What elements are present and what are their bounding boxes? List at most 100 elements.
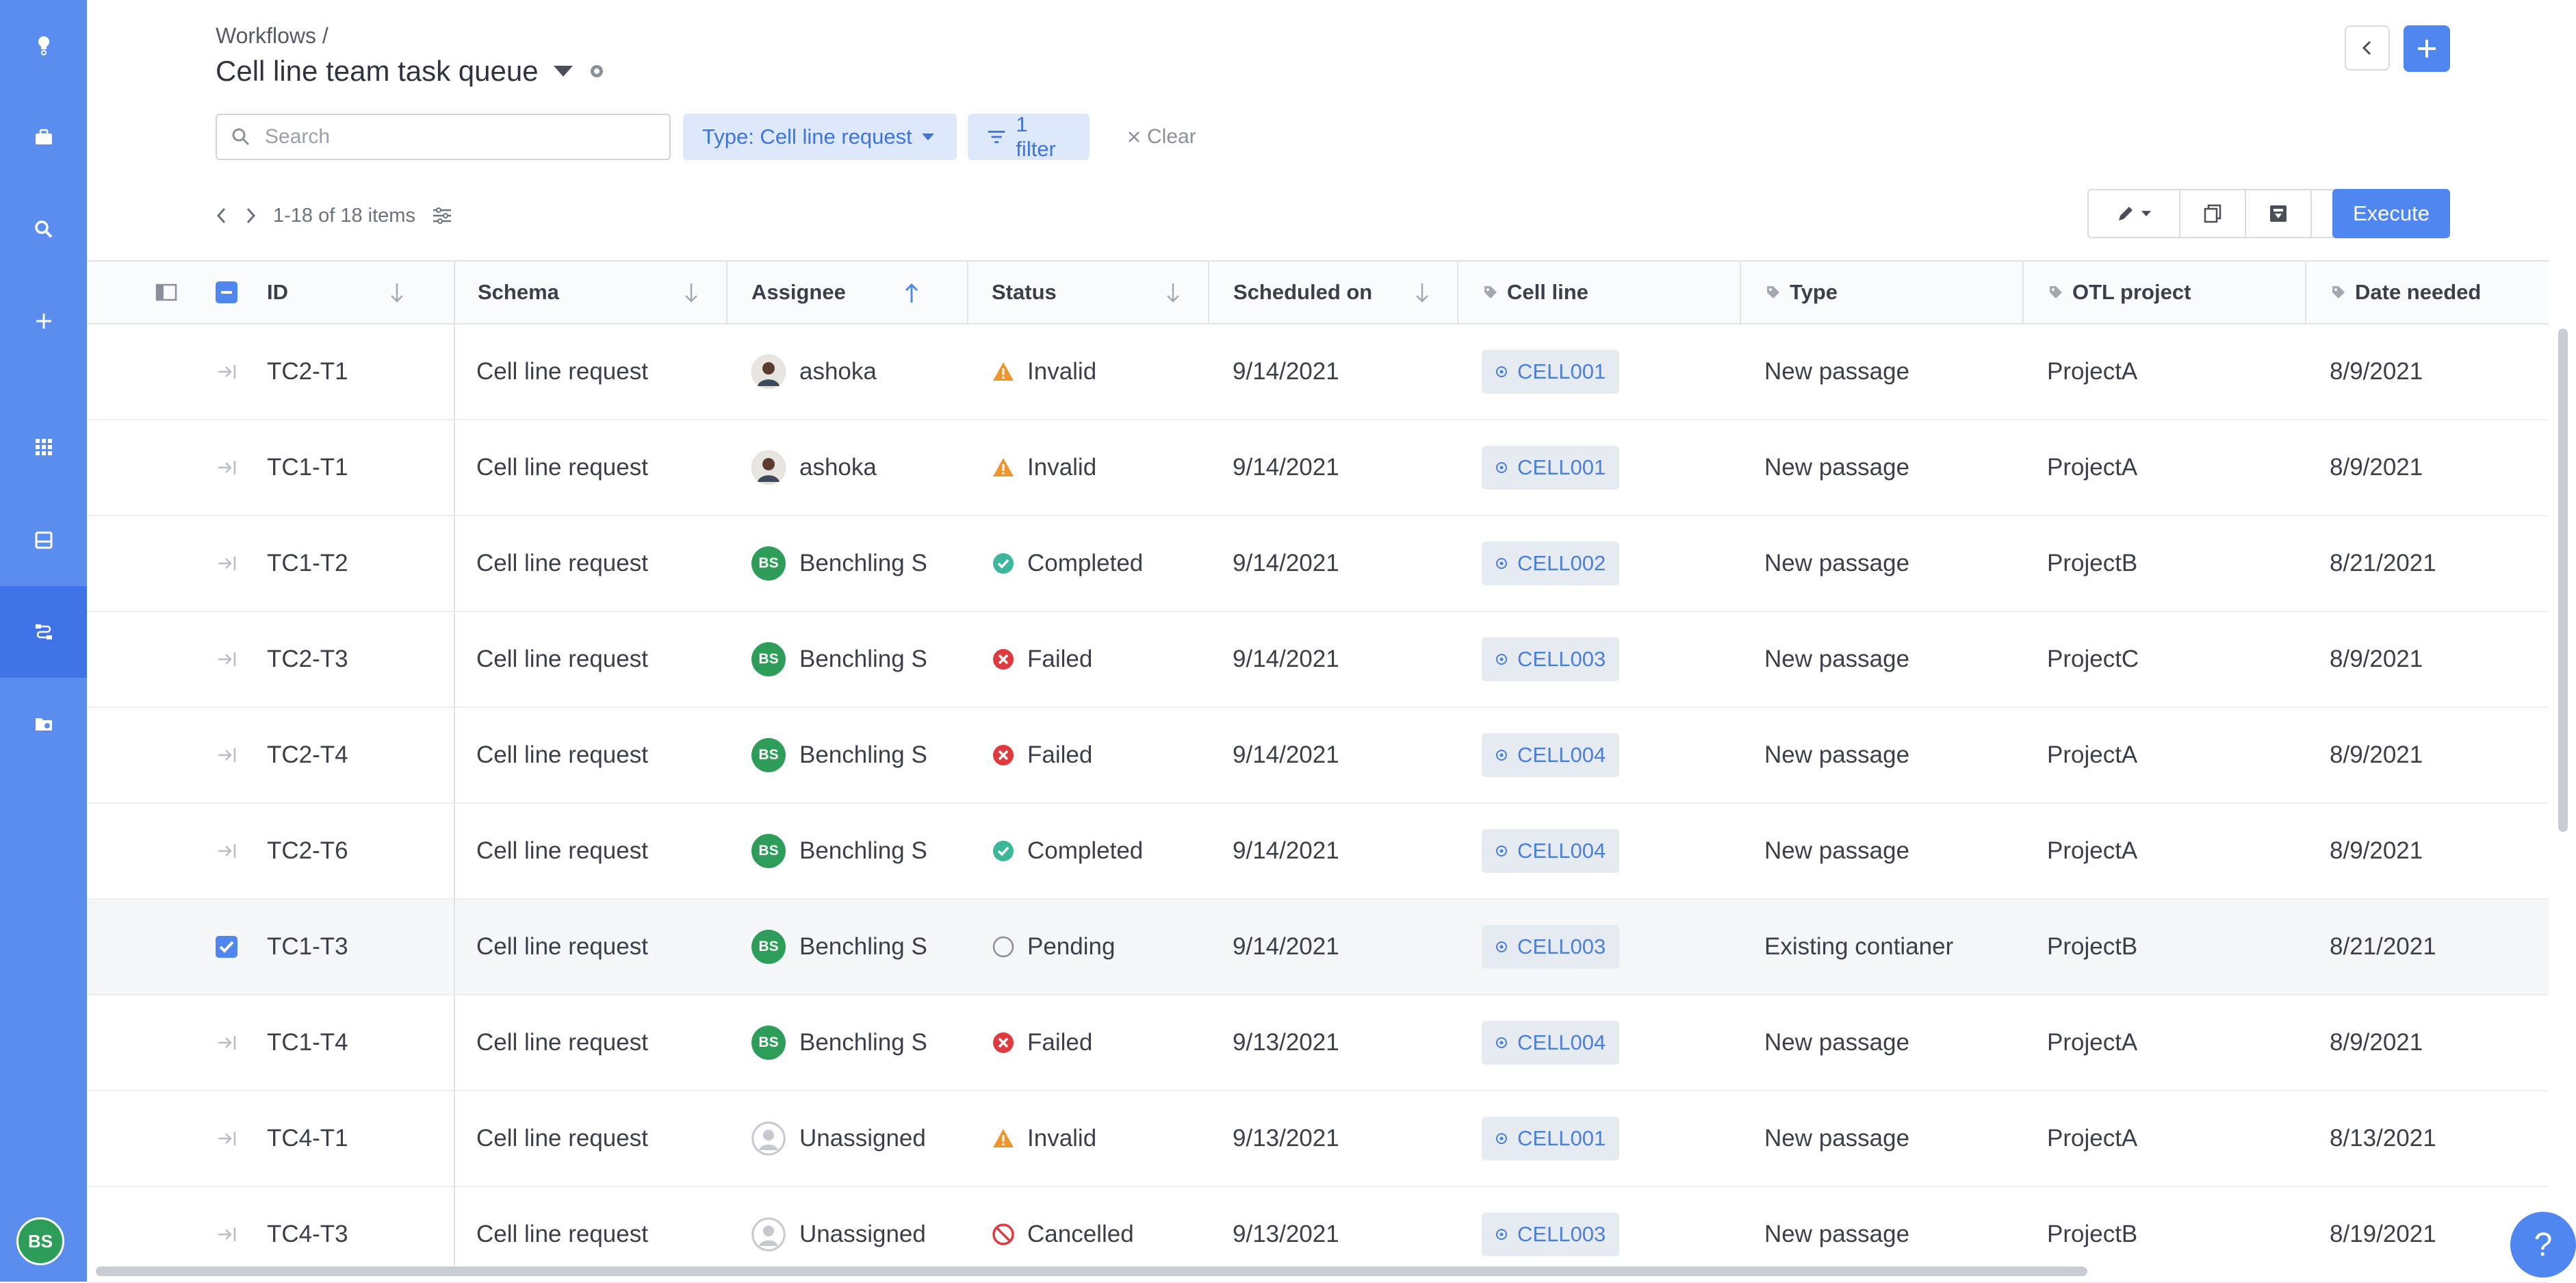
- header-otl-project[interactable]: OTL project: [2024, 262, 2306, 323]
- task-assignee[interactable]: ashoka: [751, 420, 877, 515]
- open-row-icon[interactable]: [216, 458, 239, 477]
- task-assignee[interactable]: BS Benchling S: [751, 804, 927, 898]
- sort-down-icon[interactable]: [1165, 282, 1181, 304]
- filter-button[interactable]: 1 filter: [968, 112, 1090, 161]
- table-row[interactable]: TC1-T4 Cell line request BS Benchling S Fail…: [87, 995, 2549, 1091]
- task-assignee[interactable]: ashoka: [751, 325, 877, 419]
- sort-down-icon[interactable]: [389, 282, 404, 304]
- header-scheduled-on[interactable]: Scheduled on: [1209, 262, 1458, 323]
- cell-line-chip[interactable]: CELL003: [1482, 925, 1620, 969]
- select-all-checkbox[interactable]: [215, 281, 238, 304]
- row-checkbox[interactable]: [215, 935, 238, 958]
- cell-line-chip[interactable]: CELL002: [1482, 542, 1620, 585]
- task-scheduled-on: 9/14/2021: [1233, 646, 1339, 672]
- search-icon[interactable]: [0, 183, 87, 275]
- task-id[interactable]: TC2-T4: [267, 708, 348, 802]
- open-row-icon[interactable]: [216, 1129, 239, 1148]
- gear-icon[interactable]: [588, 62, 606, 80]
- header-schema[interactable]: Schema: [454, 262, 727, 323]
- table-row[interactable]: TC4-T1 Cell line request Unassigned Invalid…: [87, 1091, 2549, 1187]
- task-assignee[interactable]: Unassigned: [751, 1091, 926, 1186]
- header-date-needed[interactable]: Date needed: [2306, 262, 2549, 323]
- table-row[interactable]: TC2-T4 Cell line request BS Benchling S Fail…: [87, 708, 2549, 804]
- task-assignee[interactable]: BS Benchling S: [751, 516, 927, 611]
- cell-line-chip[interactable]: CELL001: [1482, 1117, 1620, 1160]
- clear-filters-button[interactable]: Clear: [1128, 114, 1196, 160]
- sort-up-icon[interactable]: [904, 282, 919, 304]
- open-row-icon[interactable]: [216, 841, 239, 861]
- help-button[interactable]: ?: [2510, 1212, 2576, 1278]
- user-avatar[interactable]: BS: [16, 1217, 64, 1265]
- chevron-left-icon[interactable]: [216, 206, 228, 225]
- sort-down-icon[interactable]: [1415, 282, 1430, 304]
- archive-button[interactable]: [2246, 190, 2312, 237]
- search-input[interactable]: [263, 125, 649, 149]
- header-assignee[interactable]: Assignee: [727, 262, 968, 323]
- open-row-icon[interactable]: [216, 554, 239, 573]
- row-toggle-icon[interactable]: [155, 283, 177, 301]
- task-status: Completed: [992, 516, 1143, 611]
- table-row[interactable]: TC1-T1 Cell line request ashoka Invalid 9/14…: [87, 420, 2549, 516]
- collapse-button[interactable]: [2345, 25, 2390, 71]
- copy-button[interactable]: [2180, 190, 2246, 237]
- table-row[interactable]: TC2-T6 Cell line request BS Benchling S Comp…: [87, 804, 2549, 900]
- title-dropdown-icon[interactable]: [553, 66, 573, 77]
- entity-link-icon: [1496, 941, 1507, 952]
- cell-line-chip[interactable]: CELL003: [1482, 1212, 1620, 1256]
- open-row-icon[interactable]: [216, 1033, 239, 1052]
- open-row-icon[interactable]: [216, 746, 239, 765]
- folder-settings-icon[interactable]: [0, 678, 87, 770]
- task-id[interactable]: TC1-T3: [267, 900, 348, 994]
- cell-line-chip[interactable]: CELL003: [1482, 637, 1620, 681]
- workflows-icon[interactable]: [0, 586, 87, 678]
- benchling-logo-icon[interactable]: [0, 0, 87, 92]
- task-scheduled-on: 9/13/2021: [1233, 1029, 1339, 1056]
- task-id[interactable]: TC2-T3: [267, 612, 348, 707]
- header-cell-line[interactable]: Cell line: [1458, 262, 1741, 323]
- cell-line-chip[interactable]: CELL004: [1482, 1021, 1620, 1065]
- task-id[interactable]: TC2-T6: [267, 804, 348, 898]
- x-circle-icon: [993, 745, 1014, 765]
- cell-line-chip[interactable]: CELL004: [1482, 733, 1620, 777]
- cell-line-chip[interactable]: CELL001: [1482, 446, 1620, 490]
- task-assignee[interactable]: BS Benchling S: [751, 900, 927, 994]
- task-id[interactable]: TC1-T1: [267, 420, 348, 515]
- task-id[interactable]: TC2-T1: [267, 325, 348, 419]
- column-header-id[interactable]: ID: [267, 280, 288, 305]
- task-id[interactable]: TC4-T1: [267, 1091, 348, 1186]
- task-type: New passage: [1764, 358, 1910, 385]
- apps-grid-icon[interactable]: [0, 401, 87, 493]
- plus-icon[interactable]: [0, 275, 87, 367]
- cell-line-chip[interactable]: CELL004: [1482, 829, 1620, 873]
- execute-button[interactable]: Execute: [2332, 189, 2450, 238]
- cell-line-chip[interactable]: CELL001: [1482, 350, 1620, 394]
- breadcrumb[interactable]: Workflows /: [216, 23, 329, 49]
- search-field[interactable]: [216, 114, 671, 160]
- task-assignee[interactable]: BS Benchling S: [751, 612, 927, 707]
- inbox-icon[interactable]: [0, 494, 87, 586]
- open-row-icon[interactable]: [216, 650, 239, 669]
- add-button[interactable]: [2404, 25, 2450, 72]
- type-filter-dropdown[interactable]: Type: Cell line request: [683, 114, 957, 160]
- column-settings-icon[interactable]: [432, 207, 452, 225]
- header-type[interactable]: Type: [1741, 262, 2024, 323]
- task-assignee[interactable]: BS Benchling S: [751, 708, 927, 802]
- header-status[interactable]: Status: [968, 262, 1209, 323]
- task-assignee[interactable]: BS Benchling S: [751, 995, 927, 1090]
- table-row[interactable]: TC2-T1 Cell line request ashoka Invalid 9/14…: [87, 325, 2549, 420]
- task-id[interactable]: TC1-T4: [267, 995, 348, 1090]
- open-row-icon[interactable]: [216, 362, 239, 381]
- edit-menu-button[interactable]: [2089, 190, 2180, 237]
- task-id[interactable]: TC1-T2: [267, 516, 348, 611]
- open-row-icon[interactable]: [216, 1225, 239, 1244]
- table-row[interactable]: TC1-T2 Cell line request BS Benchling S Comp…: [87, 516, 2549, 612]
- horizontal-scrollbar[interactable]: [96, 1267, 2087, 1276]
- table-row[interactable]: TC2-T3 Cell line request BS Benchling S Fail…: [87, 612, 2549, 708]
- briefcase-icon[interactable]: [0, 92, 87, 183]
- close-icon: [1129, 131, 1139, 142]
- chevron-right-icon[interactable]: [244, 206, 257, 225]
- vertical-scrollbar[interactable]: [2558, 329, 2568, 832]
- table-row[interactable]: TC1-T3 Cell line request BS Benchling S Pend…: [87, 900, 2549, 995]
- archive-icon: [2270, 205, 2287, 222]
- sort-down-icon[interactable]: [684, 282, 699, 304]
